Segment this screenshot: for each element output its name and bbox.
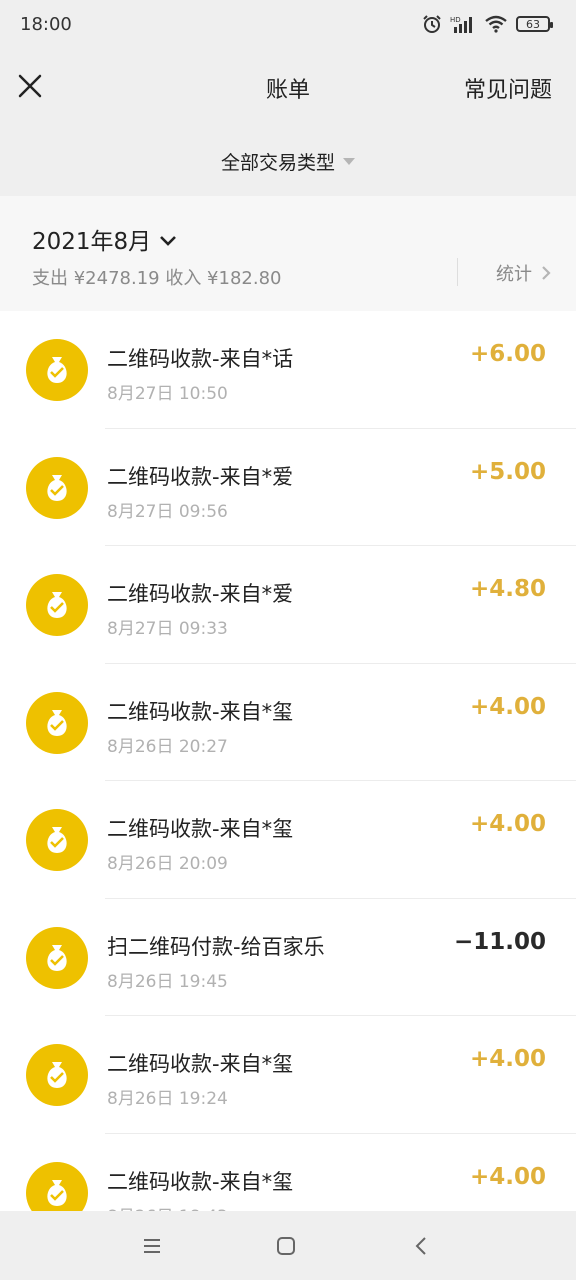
tx-time: 8月27日 09:56 bbox=[107, 501, 228, 522]
tx-amount: +4.00 bbox=[469, 1046, 546, 1072]
filter-label: 全部交易类型 bbox=[220, 151, 335, 174]
money-bag-icon bbox=[26, 339, 88, 401]
tx-time: 8月26日 20:09 bbox=[107, 854, 228, 874]
caret-down-icon bbox=[343, 157, 355, 165]
money-bag-icon bbox=[26, 456, 88, 519]
tx-amount: +4.00 bbox=[469, 693, 546, 720]
money-bag-icon bbox=[26, 809, 88, 871]
battery-level: 63 bbox=[526, 17, 540, 31]
tx-time: 8月27日 09:33 bbox=[107, 619, 228, 639]
chevron-right-icon bbox=[542, 266, 551, 280]
month-summary: 2021年8月 支出 ¥2478.19 收入 ¥182.80 统计 bbox=[0, 196, 576, 311]
tx-amount: +6.00 bbox=[469, 341, 546, 367]
tx-title: 二维码收款-来自*玺 bbox=[107, 1052, 294, 1076]
tx-title: 二维码收款-来自*爱 bbox=[107, 464, 294, 489]
month-label: 2021年8月 bbox=[32, 229, 152, 255]
summary-divider bbox=[457, 258, 458, 286]
stats-button[interactable]: 统计 bbox=[496, 260, 554, 286]
tx-time: 8月26日 19:45 bbox=[107, 971, 228, 992]
tx-title: 二维码收款-来自*玺 bbox=[107, 1169, 294, 1194]
alarm-icon bbox=[423, 15, 441, 33]
tx-time: 8月27日 10:50 bbox=[107, 384, 228, 404]
battery-indicator: 63 bbox=[516, 16, 553, 32]
tx-amount: +4.80 bbox=[469, 576, 546, 602]
money-bag-icon bbox=[26, 1044, 88, 1106]
transaction-type-filter[interactable]: 全部交易类型 bbox=[0, 126, 576, 196]
signal-icon: HD bbox=[450, 16, 472, 33]
transaction-list: 二维码收款-来自*话 8月27日 10:50 +6.00 二维码收款-来自*爱 … bbox=[0, 311, 576, 1211]
tx-title: 二维码收款-来自*玺 bbox=[107, 817, 294, 841]
month-picker[interactable]: 2021年8月 bbox=[32, 222, 177, 256]
money-bag-icon bbox=[26, 574, 88, 636]
list-item[interactable]: 二维码收款-来自*爱 8月27日 09:33 +4.80 bbox=[0, 546, 576, 664]
list-item[interactable]: 二维码收款-来自*爱 8月27日 09:56 +5.00 bbox=[0, 429, 576, 546]
bill-page: 18:00 HD 63 账单 常见问题 全部交易类型 2021年8月 支出 ¥2… bbox=[0, 0, 576, 1280]
header: 账单 常见问题 bbox=[0, 48, 576, 126]
back-icon[interactable] bbox=[408, 1232, 436, 1260]
status-bar: 18:00 HD 63 bbox=[0, 0, 576, 48]
status-time: 18:00 bbox=[20, 13, 72, 35]
money-bag-icon bbox=[26, 926, 88, 989]
list-item[interactable]: 二维码收款-来自*玺 8月26日 18:43 +4.00 bbox=[0, 1134, 576, 1212]
svg-text:HD: HD bbox=[450, 16, 461, 24]
status-icons: HD 63 bbox=[422, 14, 553, 34]
list-item[interactable]: 二维码收款-来自*玺 8月26日 20:09 +4.00 bbox=[0, 781, 576, 899]
chevron-down-icon bbox=[160, 236, 177, 246]
tx-amount: +4.00 bbox=[469, 1163, 546, 1190]
tx-time: 8月26日 19:24 bbox=[107, 1089, 228, 1109]
tx-title: 二维码收款-来自*话 bbox=[107, 347, 294, 371]
summary-totals: 支出 ¥2478.19 收入 ¥182.80 bbox=[32, 268, 282, 289]
tx-title: 二维码收款-来自*爱 bbox=[107, 582, 294, 606]
home-icon[interactable] bbox=[272, 1232, 300, 1260]
list-item[interactable]: 二维码收款-来自*玺 8月26日 20:27 +4.00 bbox=[0, 664, 576, 781]
wifi-icon bbox=[485, 15, 507, 33]
faq-link[interactable]: 常见问题 bbox=[464, 72, 552, 104]
tx-time: 8月26日 20:27 bbox=[107, 736, 228, 757]
money-bag-icon bbox=[26, 691, 88, 754]
money-bag-icon bbox=[26, 1161, 88, 1211]
menu-icon[interactable] bbox=[138, 1232, 166, 1260]
list-item[interactable]: 二维码收款-来自*玺 8月26日 19:24 +4.00 bbox=[0, 1016, 576, 1134]
system-nav-bar bbox=[0, 1211, 576, 1280]
list-item[interactable]: 二维码收款-来自*话 8月27日 10:50 +6.00 bbox=[0, 311, 576, 429]
tx-amount: +4.00 bbox=[469, 811, 546, 837]
stats-label: 统计 bbox=[496, 264, 532, 285]
tx-title: 扫二维码付款-给百家乐 bbox=[107, 934, 325, 959]
tx-amount: +5.00 bbox=[469, 458, 546, 485]
tx-amount: −11.00 bbox=[453, 928, 546, 955]
tx-time: 8月26日 18:43 bbox=[107, 1202, 228, 1212]
tx-title: 二维码收款-来自*玺 bbox=[107, 699, 294, 724]
list-item[interactable]: 扫二维码付款-给百家乐 8月26日 19:45 −11.00 bbox=[0, 899, 576, 1016]
